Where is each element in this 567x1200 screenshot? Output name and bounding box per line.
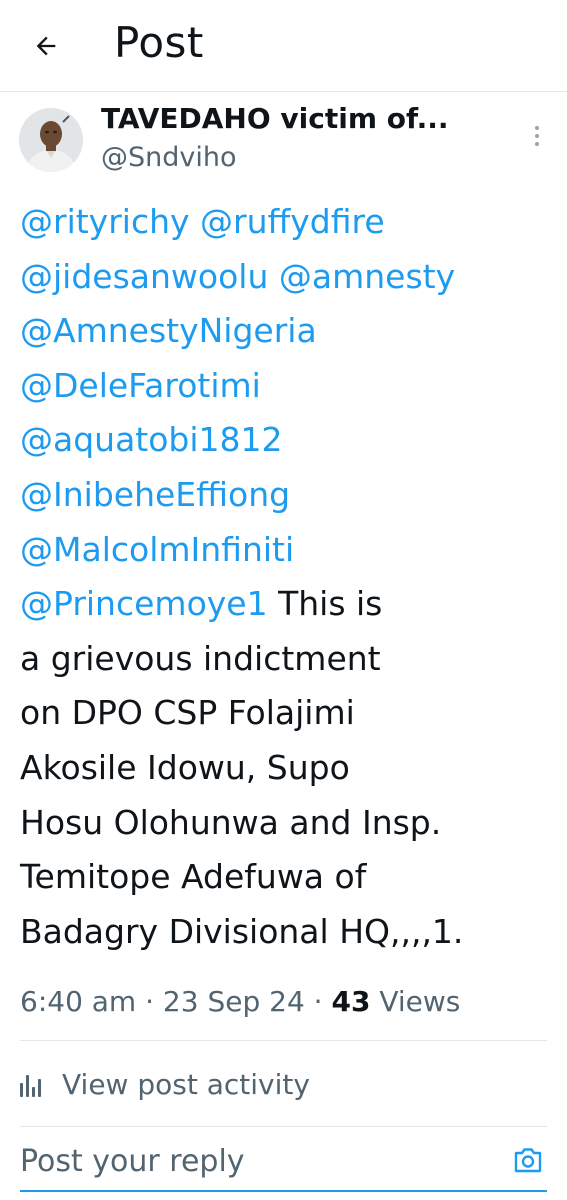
mention-link[interactable]: @rityrichy	[20, 202, 190, 241]
avatar[interactable]	[19, 108, 83, 172]
post-text-line: @aquatobi1812	[20, 413, 550, 468]
post-text-segment: Hosu Olohunwa and Insp.	[20, 802, 442, 842]
reply-input[interactable]	[20, 1136, 490, 1186]
post-text-segment	[190, 202, 201, 241]
post-text-line: Temitope Adefuwa of	[20, 850, 550, 905]
mention-link[interactable]: @aquatobi1812	[20, 420, 283, 459]
back-button[interactable]	[22, 20, 70, 72]
post-text-segment	[268, 257, 279, 296]
divider	[20, 1126, 547, 1127]
mention-link[interactable]: @Princemoye1	[20, 584, 268, 623]
post-text-line: @jidesanwoolu @amnesty	[20, 250, 550, 305]
mention-link[interactable]: @jidesanwoolu	[20, 257, 268, 296]
reply-input-underline	[20, 1190, 547, 1192]
post-text-segment: Akosile Idowu, Supo	[20, 747, 350, 787]
mention-link[interactable]: @AmnestyNigeria	[20, 311, 317, 350]
mention-link[interactable]: @MalcolmInfiniti	[20, 530, 294, 569]
meta-separator: ·	[136, 985, 163, 1018]
post-time[interactable]: 6:40 am	[20, 985, 136, 1018]
mention-link[interactable]: @amnesty	[279, 257, 455, 296]
bar-chart-icon	[20, 1071, 52, 1097]
divider	[20, 1040, 547, 1041]
post-meta: 6:40 am · 23 Sep 24 · 43 Views	[20, 985, 460, 1018]
post-text-line: on DPO CSP Folajimi	[20, 686, 550, 741]
post-date[interactable]: 23 Sep 24	[163, 985, 305, 1018]
post-text-line: @InibeheEffiong	[20, 468, 550, 523]
avatar-photo	[19, 108, 83, 172]
view-post-activity-label: View post activity	[62, 1067, 310, 1101]
post-text-line: Badagry Divisional HQ,,,,1.	[20, 905, 550, 960]
mention-link[interactable]: @InibeheEffiong	[20, 475, 290, 514]
camera-icon	[514, 1148, 542, 1173]
more-vertical-icon	[535, 126, 539, 130]
post-text-segment: a grievous indictment	[20, 638, 381, 678]
post-text-segment: on DPO CSP Folajimi	[20, 693, 355, 733]
page-title: Post	[114, 18, 204, 67]
meta-separator: ·	[304, 985, 332, 1018]
arrow-left-icon	[36, 36, 56, 56]
reply-composer	[0, 1128, 567, 1200]
views-count: 43	[331, 985, 371, 1018]
post-text-line: @Princemoye1 This is	[20, 577, 550, 632]
post-text-segment: Badagry Divisional HQ,,,,1.	[20, 911, 464, 951]
post-author: TAVEDAHO victim of... @Sndviho	[0, 96, 567, 186]
post-text-segment: This is	[267, 584, 383, 624]
mention-link[interactable]: @ruffydfire	[200, 202, 385, 241]
views-label: Views	[370, 985, 461, 1018]
top-bar: Post	[0, 0, 567, 92]
post-text-line: a grievous indictment	[20, 632, 550, 687]
view-post-activity-button[interactable]: View post activity	[20, 1060, 310, 1108]
post-text-line: @DeleFarotimi	[20, 359, 550, 414]
post-text-line: Akosile Idowu, Supo	[20, 741, 550, 796]
post-text-line: @MalcolmInfiniti	[20, 523, 550, 578]
mention-link[interactable]: @DeleFarotimi	[20, 366, 261, 405]
post-text: @rityrichy @ruffydfire @jidesanwoolu @amn…	[20, 195, 550, 959]
more-options-button[interactable]	[524, 118, 550, 154]
camera-button[interactable]	[510, 1142, 546, 1178]
author-handle[interactable]: @Sndviho	[101, 142, 237, 173]
post-text-line: @AmnestyNigeria	[20, 304, 550, 359]
post-text-segment: Temitope Adefuwa of	[20, 857, 367, 897]
post-text-line: @rityrichy @ruffydfire	[20, 195, 550, 250]
author-display-name[interactable]: TAVEDAHO victim of...	[101, 102, 449, 135]
post-text-line: Hosu Olohunwa and Insp.	[20, 796, 550, 851]
